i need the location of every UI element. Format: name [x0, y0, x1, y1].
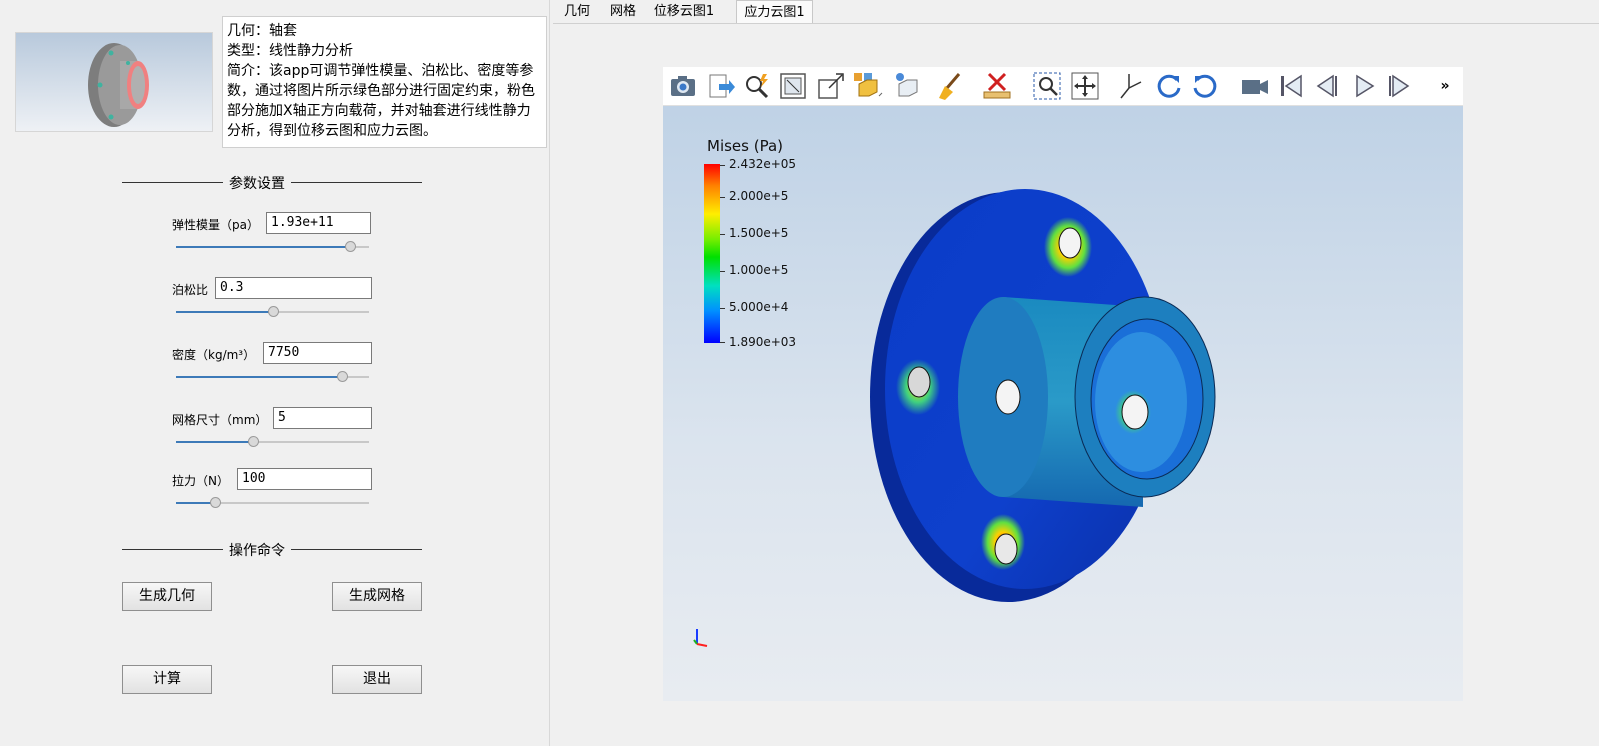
- zoom-box-icon[interactable]: [1031, 70, 1063, 102]
- axes-icon[interactable]: [1115, 70, 1147, 102]
- slider-handle[interactable]: [267, 306, 279, 317]
- legend-tickmark: [720, 197, 725, 198]
- legend-tickmark: [720, 271, 725, 272]
- commands-section-title: 操作命令: [223, 540, 291, 560]
- export-icon[interactable]: [705, 70, 737, 102]
- legend-tickmark: [720, 234, 725, 235]
- slider-handle[interactable]: [248, 436, 260, 447]
- legend-tick: 1.000e+5: [729, 263, 789, 277]
- legend-tick: 5.000e+4: [729, 300, 789, 314]
- description-intro: 简介：该app可调节弹性模量、泊松比、密度等参数，通过将图片所示绿色部分进行固定…: [227, 63, 535, 139]
- density-input[interactable]: 7750: [263, 342, 372, 364]
- generate-mesh-button[interactable]: 生成网格: [332, 582, 422, 611]
- camera-icon[interactable]: [667, 70, 699, 102]
- legend-tick: 2.000e+5: [729, 189, 789, 203]
- clear-brush-icon[interactable]: [933, 70, 965, 102]
- legend-title: Mises (Pa): [707, 137, 784, 155]
- force-slider[interactable]: [176, 497, 369, 509]
- mesh-size-slider[interactable]: [176, 436, 369, 448]
- legend-tickmark: [720, 308, 725, 309]
- tab-mesh[interactable]: 网格: [605, 0, 641, 23]
- viewer-toolbar: »: [663, 67, 1463, 106]
- poisson-input[interactable]: 0.3: [215, 277, 372, 299]
- rotate-ccw-icon[interactable]: [1189, 70, 1221, 102]
- compute-button[interactable]: 计算: [122, 665, 212, 694]
- param-label-mesh-size: 网格尺寸（mm）: [172, 413, 268, 427]
- probe-icon[interactable]: [741, 70, 773, 102]
- next-frame-icon[interactable]: [1383, 70, 1415, 102]
- cube-view-icon[interactable]: [891, 70, 923, 102]
- video-icon[interactable]: [1239, 70, 1271, 102]
- commands-section-header: 操作命令: [122, 540, 422, 560]
- poisson-slider[interactable]: [176, 306, 369, 318]
- tab-geometry[interactable]: 几何: [559, 0, 595, 23]
- pan-icon[interactable]: [1069, 70, 1101, 102]
- first-frame-icon[interactable]: [1275, 70, 1307, 102]
- exit-button[interactable]: 退出: [332, 665, 422, 694]
- legend-tick-min: 1.890e+03: [729, 335, 797, 349]
- force-input[interactable]: 100: [237, 468, 372, 490]
- modulus-input[interactable]: 1.93e+11: [266, 212, 371, 234]
- box-select-icon[interactable]: [851, 70, 883, 102]
- panel-divider: [549, 0, 550, 746]
- slider-handle[interactable]: [209, 497, 221, 508]
- param-label-poisson: 泊松比: [172, 283, 209, 297]
- description-geometry: 几何：轴套: [227, 23, 297, 39]
- density-slider[interactable]: [176, 371, 369, 383]
- legend-tickmark: [720, 342, 725, 343]
- fit-box-icon[interactable]: [777, 70, 809, 102]
- slider-handle[interactable]: [336, 371, 348, 382]
- play-icon[interactable]: [1347, 70, 1379, 102]
- generate-geometry-button[interactable]: 生成几何: [122, 582, 212, 611]
- tab-stress[interactable]: 应力云图1: [736, 0, 813, 23]
- resize-icon[interactable]: [815, 70, 847, 102]
- geometry-thumbnail: [15, 32, 213, 132]
- legend-tick-max: 2.432e+05: [729, 157, 797, 171]
- prev-frame-icon[interactable]: [1311, 70, 1343, 102]
- param-label-density: 密度（kg/m³）: [172, 348, 256, 362]
- description-type: 类型：线性静力分析: [227, 43, 353, 59]
- slider-handle[interactable]: [344, 241, 356, 252]
- tab-bar-line: [553, 23, 1599, 24]
- app-description: 几何：轴套 类型：线性静力分析 简介：该app可调节弹性模量、泊松比、密度等参数…: [222, 16, 547, 148]
- more-icon[interactable]: »: [1433, 70, 1457, 102]
- params-section-header: 参数设置: [122, 173, 422, 193]
- rotate-cw-icon[interactable]: [1153, 70, 1185, 102]
- param-label-force: 拉力（N）: [172, 474, 229, 488]
- param-label-modulus: 弹性模量（pa）: [172, 218, 259, 232]
- params-section-title: 参数设置: [223, 173, 291, 193]
- legend-colorbar: [704, 164, 720, 343]
- legend-tickmark: [720, 165, 725, 166]
- modulus-slider[interactable]: [176, 241, 369, 253]
- mesh-size-input[interactable]: 5: [273, 407, 372, 429]
- legend-tick: 1.500e+5: [729, 226, 789, 240]
- tab-displacement[interactable]: 位移云图1: [652, 0, 716, 23]
- ruler-delete-icon[interactable]: [981, 70, 1013, 102]
